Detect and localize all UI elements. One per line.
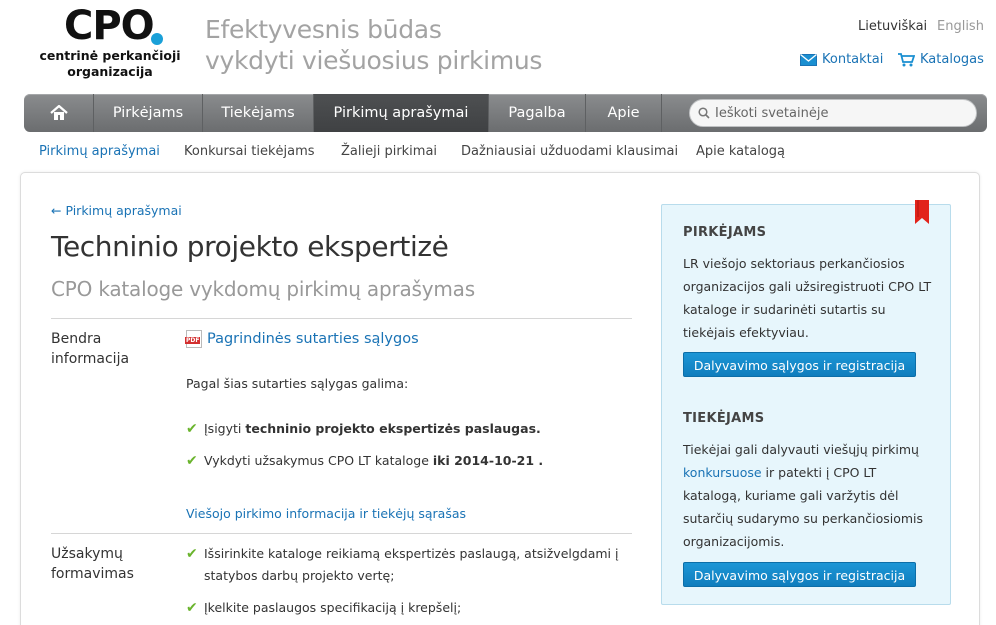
contacts-label: Kontaktai <box>822 52 884 67</box>
nav-about[interactable]: Apie <box>586 94 662 132</box>
search-icon <box>698 107 710 119</box>
contract-terms-link[interactable]: PDF Pagrindinės sutarties sąlygos <box>185 330 419 348</box>
procurement-info-link[interactable]: Viešojo pirkimo informacija ir tiekėjų s… <box>186 503 466 525</box>
ordering-step2: Įkelkite paslaugos specifikaciją į krepš… <box>204 600 462 615</box>
subnav-about-catalog[interactable]: Apie katalogą <box>696 144 785 159</box>
ordering-label-line2: formavimas <box>51 566 134 582</box>
sidebar-buyers-text: LR viešojo sektoriaus perkančiosios orga… <box>683 256 932 340</box>
ordering-label-line1: Užsakymų <box>51 546 123 562</box>
lang-english[interactable]: English <box>937 19 984 34</box>
list-item: ✔ Vykdyti užsakymus CPO LT kataloge iki … <box>186 450 543 472</box>
tagline-line2: vykdyti viešuosius pirkimus <box>205 46 543 75</box>
logo-subtitle-line2: organizacija <box>67 64 153 79</box>
nav-home[interactable] <box>24 94 94 132</box>
subnav-procurement-descriptions[interactable]: Pirkimų aprašymai <box>39 144 160 159</box>
nav-suppliers[interactable]: Tiekėjams <box>203 94 314 132</box>
logo-subtitle: centrinė perkančioji organizacija <box>30 48 190 80</box>
general-info-label-line1: Bendra <box>51 331 102 347</box>
item1-bold: techninio projekto ekspertizės paslaugas… <box>245 421 541 436</box>
contract-terms-label: Pagrindinės sutarties sąlygos <box>207 331 419 347</box>
lang-lithuanian[interactable]: Lietuviškai <box>858 19 927 34</box>
ordering-step1: Išsirinkite kataloge reikiamą ekspertizė… <box>204 546 619 583</box>
suppliers-registration-button[interactable]: Dalyvavimo sąlygos ir registracija <box>683 562 916 587</box>
item2-bold: iki 2014-10-21 . <box>432 453 544 468</box>
nav-buyers[interactable]: Pirkėjams <box>94 94 203 132</box>
back-link[interactable]: ← Pirkimų aprašymai <box>51 203 182 218</box>
suppliers-text-before: Tiekėjai gali dalyvauti viešųjų pirkimų <box>683 442 919 457</box>
check-icon: ✔ <box>186 421 198 437</box>
cart-icon <box>898 52 915 66</box>
search-box <box>689 99 977 127</box>
check-icon: ✔ <box>186 453 198 469</box>
contacts-link[interactable]: Kontaktai <box>800 52 883 67</box>
sidebar-suppliers-text: Tiekėjai gali dalyvauti viešųjų pirkimų … <box>683 438 938 553</box>
divider <box>51 318 632 319</box>
list-item: ✔ Įsigyti techninio projekto ekspertizės… <box>186 418 541 440</box>
check-icon: ✔ <box>186 600 198 616</box>
list-item: ✔ Išsirinkite kataloge reikiamą eksperti… <box>186 543 636 587</box>
sidebar-suppliers-title: TIEKĖJAMS <box>683 411 765 426</box>
general-info-label-line2: informacija <box>51 351 130 367</box>
item1-prefix: Įsigyti <box>204 421 246 436</box>
tenders-link[interactable]: konkursuose <box>683 465 762 480</box>
pdf-icon: PDF <box>185 330 202 348</box>
page-title: Techninio projekto ekspertizė <box>51 230 449 263</box>
page-subtitle: CPO kataloge vykdomų pirkimų aprašymas <box>51 277 475 301</box>
check-icon: ✔ <box>186 546 198 562</box>
logo-dot <box>151 33 163 45</box>
general-intro: Pagal šias sutarties sąlygas galima: <box>186 376 409 391</box>
home-icon <box>49 104 68 120</box>
general-info-label: Bendra informacija <box>51 329 161 369</box>
tagline: Efektyvesnis būdas vykdyti viešuosius pi… <box>205 14 542 76</box>
search-input[interactable] <box>715 105 965 121</box>
nav-help[interactable]: Pagalba <box>489 94 586 132</box>
nav-procurement-descriptions[interactable]: Pirkimų aprašymai <box>314 94 489 132</box>
bookmark-icon <box>915 200 929 224</box>
item1-text: Įsigyti techninio projekto ekspertizės p… <box>204 418 541 440</box>
buyers-registration-button[interactable]: Dalyvavimo sąlygos ir registracija <box>683 352 916 377</box>
item2-prefix: Vykdyti užsakymus CPO LT kataloge <box>204 453 433 468</box>
logo[interactable]: CPO <box>64 4 155 48</box>
item2-text: Vykdyti užsakymus CPO LT kataloge iki 20… <box>204 450 543 472</box>
tagline-line1: Efektyvesnis būdas <box>205 15 442 44</box>
subnav-faq[interactable]: Dažniausiai užduodami klausimai <box>461 144 678 159</box>
divider <box>51 533 632 534</box>
ordering-label: Užsakymų formavimas <box>51 544 161 584</box>
logo-subtitle-line1: centrinė perkančioji <box>39 48 181 63</box>
catalog-link[interactable]: Katalogas <box>898 52 984 67</box>
sidebar-buyers-title: PIRKĖJAMS <box>683 225 767 240</box>
catalog-label: Katalogas <box>920 52 984 67</box>
list-item: ✔ Įkelkite paslaugos specifikaciją į kre… <box>186 597 461 619</box>
mail-icon <box>800 53 817 66</box>
subnav-green-procurement[interactable]: Žalieji pirkimai <box>341 144 437 159</box>
subnav-supplier-tenders[interactable]: Konkursai tiekėjams <box>184 144 315 159</box>
